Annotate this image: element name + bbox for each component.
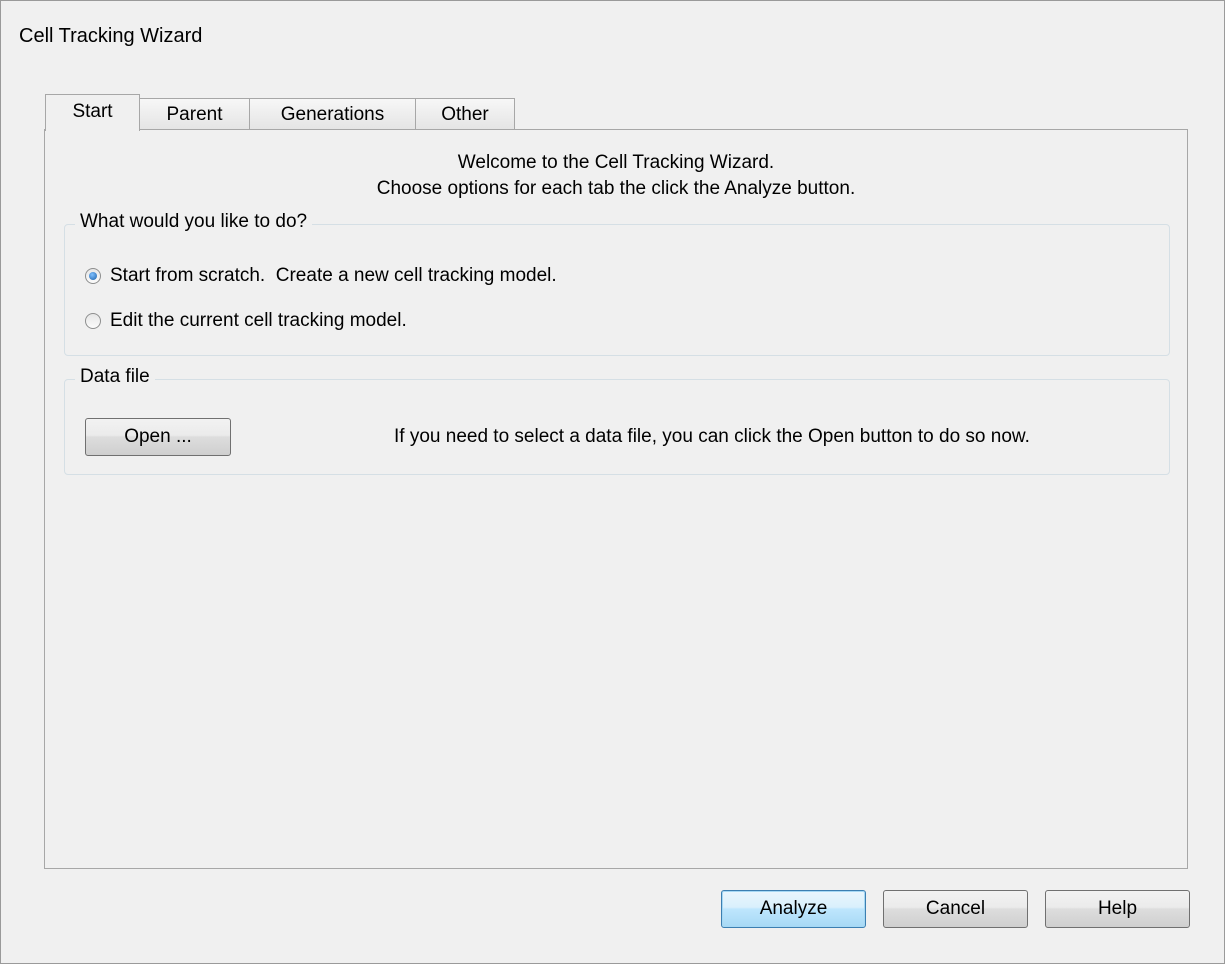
window-title: Cell Tracking Wizard — [19, 25, 203, 47]
tab-parent[interactable]: Parent — [139, 98, 250, 130]
tab-other[interactable]: Other — [415, 98, 515, 130]
tab-start[interactable]: Start — [45, 94, 140, 131]
radio-button-checked[interactable] — [85, 268, 101, 284]
radio-label: Start from scratch. Create a new cell tr… — [110, 265, 557, 286]
radio-label: Edit the current cell tracking model. — [110, 310, 407, 331]
radio-start-from-scratch[interactable]: Start from scratch. Create a new cell tr… — [85, 265, 557, 287]
title-bar[interactable]: Cell Tracking Wizard — [9, 1, 1224, 73]
radio-edit-current[interactable]: Edit the current cell tracking model. — [85, 310, 407, 332]
tab-label: Other — [441, 104, 489, 125]
radio-button-unchecked[interactable] — [85, 313, 101, 329]
dialog-window: Cell Tracking Wizard Start Parent Genera… — [0, 0, 1225, 964]
open-button[interactable]: Open ... — [85, 418, 231, 456]
tab-label: Generations — [280, 104, 385, 125]
tab-generations[interactable]: Generations — [249, 98, 416, 130]
welcome-line-2: Choose options for each tab the click th… — [376, 178, 856, 199]
welcome-text: Welcome to the Cell Tracking Wizard. Cho… — [45, 150, 1187, 202]
welcome-line-1: Welcome to the Cell Tracking Wizard. — [457, 152, 775, 173]
cancel-button[interactable]: Cancel — [883, 890, 1028, 928]
help-button[interactable]: Help — [1045, 890, 1190, 928]
data-file-groupbox: Data file Open ... If you need to select… — [64, 366, 1170, 475]
data-file-group-legend: Data file — [75, 366, 155, 388]
tab-panel-start: Welcome to the Cell Tracking Wizard. Cho… — [44, 129, 1188, 869]
data-file-hint: If you need to select a data file, you c… — [394, 426, 1030, 447]
analyze-button[interactable]: Analyze — [721, 890, 866, 928]
tab-label: Start — [72, 101, 113, 122]
task-group-legend: What would you like to do? — [75, 211, 313, 233]
task-groupbox: What would you like to do? Start from sc… — [64, 211, 1170, 356]
tab-label: Parent — [166, 104, 223, 125]
